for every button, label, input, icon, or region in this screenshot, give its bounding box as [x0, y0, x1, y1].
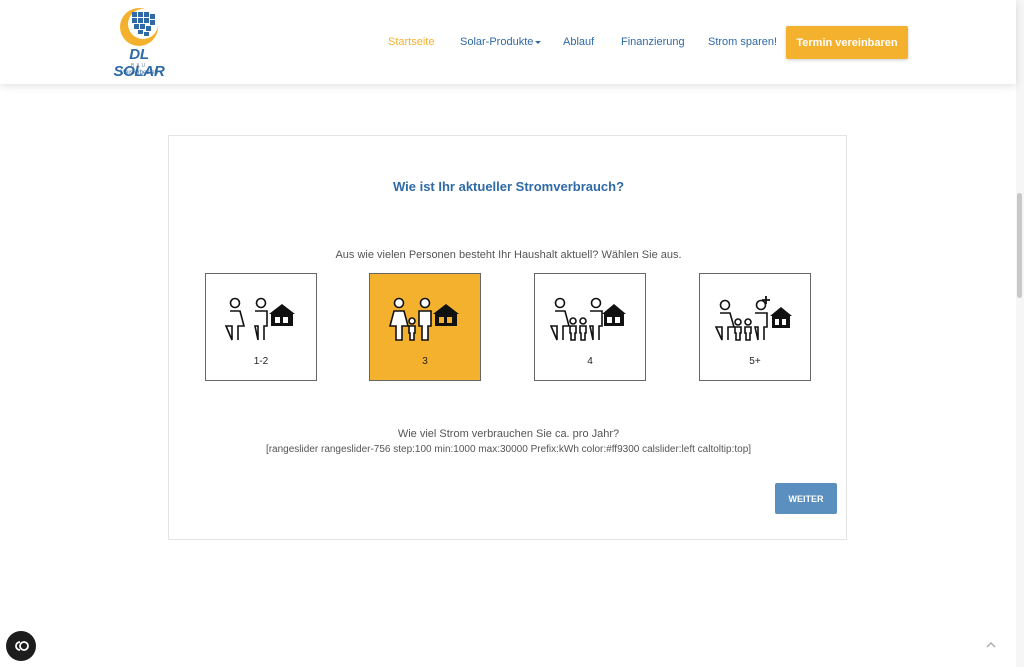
- option-5-plus[interactable]: 5+: [699, 273, 811, 381]
- family-two-children-house-icon: [550, 297, 626, 341]
- termin-vereinbaren-button[interactable]: Termin vereinbaren: [786, 26, 908, 59]
- cookie-consent-icon: [15, 641, 29, 651]
- option-3[interactable]: 3: [369, 273, 481, 381]
- chevron-up-icon[interactable]: [984, 638, 998, 652]
- sun-solar-panel-icon: [120, 8, 158, 46]
- rangeslider-shortcode: [rangeslider rangeslider-756 step:100 mi…: [265, 444, 752, 455]
- logo-subtitle: Meisterbetrieb: [119, 70, 158, 76]
- option-label: 3: [422, 356, 428, 367]
- logo-tagline: BAU: [130, 63, 148, 69]
- logo[interactable]: DL SOLAR BAU Meisterbetrieb: [108, 6, 170, 80]
- scrollbar-thumb[interactable]: [1017, 193, 1022, 298]
- household-prompt: Aus wie vielen Personen besteht Ihr Haus…: [335, 249, 682, 261]
- nav-solar-produkte[interactable]: Solar-Produkte: [460, 36, 542, 50]
- family-plus-house-icon: [715, 296, 792, 341]
- question-title: Wie ist Ihr aktueller Stromverbrauch?: [392, 179, 625, 194]
- option-label: 5+: [749, 356, 761, 367]
- cookie-consent-button[interactable]: [6, 631, 36, 661]
- option-label: 4: [587, 356, 593, 367]
- questionnaire-card: Wie ist Ihr aktueller Stromverbrauch? Au…: [168, 135, 847, 540]
- nav-finanzierung[interactable]: Finanzierung: [621, 36, 685, 50]
- weiter-button[interactable]: WEITER: [775, 483, 837, 514]
- option-label: 1-2: [253, 356, 269, 367]
- family-one-child-house-icon: [388, 297, 459, 341]
- scrollbar-track[interactable]: [1016, 0, 1024, 667]
- two-adults-house-icon: [224, 297, 295, 341]
- nav-startseite[interactable]: Startseite: [388, 36, 434, 50]
- site-header: DL SOLAR BAU Meisterbetrieb Startseite S…: [0, 0, 1016, 84]
- nav-strom-sparen[interactable]: Strom sparen!: [708, 36, 777, 50]
- consumption-prompt: Wie viel Strom verbrauchen Sie ca. pro J…: [397, 428, 620, 440]
- caret-down-icon: [535, 40, 542, 44]
- nav-solar-produkte-label: Solar-Produkte: [460, 36, 534, 48]
- nav-ablauf[interactable]: Ablauf: [563, 36, 594, 50]
- option-1-2[interactable]: 1-2: [205, 273, 317, 381]
- option-4[interactable]: 4: [534, 273, 646, 381]
